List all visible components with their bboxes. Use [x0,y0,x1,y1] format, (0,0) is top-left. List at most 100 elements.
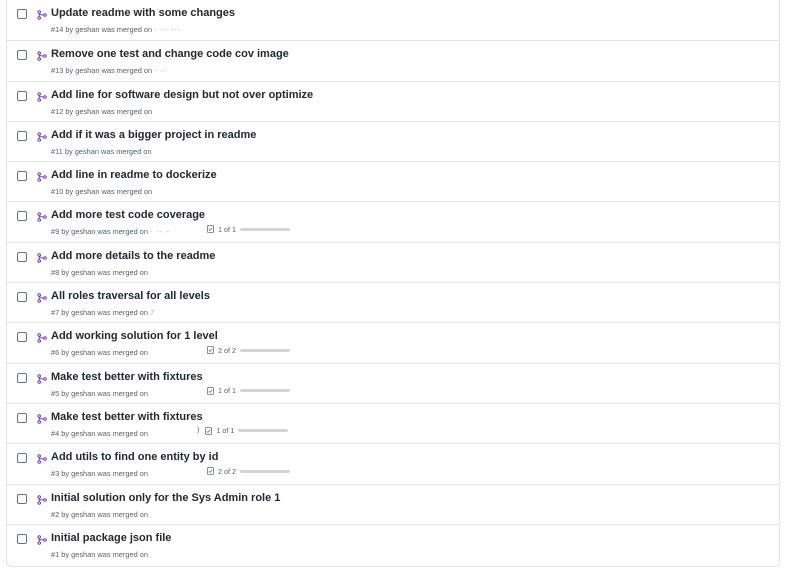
select-checkbox[interactable] [17,292,27,303]
pull-request-title-link[interactable]: Add line in readme to dockerize [51,169,217,181]
pull-request-row[interactable]: Add utils to find one entity by id #3 by … [7,443,779,483]
git-merge-icon [37,535,47,545]
select-checkbox[interactable] [17,90,27,101]
pull-request-row[interactable]: Make test better with fixtures #5 by gesh… [7,362,779,403]
pull-request-title-link[interactable]: All roles traversal for all levels [51,290,210,302]
pull-request-row[interactable]: Add line for software design but not ove… [7,80,779,121]
checklist-icon [207,467,214,476]
pull-request-title-link[interactable]: Update readme with some changes [51,7,235,19]
git-merge-icon [37,51,47,62]
checklist-icon [205,427,213,435]
pull-request-row[interactable]: Add more details to the readme #8 by gesh… [7,241,779,282]
checklist-icon [207,346,214,355]
pull-request-meta: #1 by geshan was merged on [51,550,148,559]
select-checkbox[interactable] [17,372,27,383]
pull-request-title-link[interactable]: Make test better with fixtures [51,411,203,423]
checklist-icon [207,386,214,395]
pull-request-meta: #13 by geshan was merged on - -- [51,66,168,75]
task-progress: 2 of 2 [207,345,290,355]
git-merge-icon [37,10,47,20]
pull-request-title-link[interactable]: Remove one test and change code cov imag… [51,48,289,60]
merged-info-text: #11 by geshan was merged on [51,146,152,156]
pull-request-title-link[interactable]: Add utils to find one entity by id [51,451,218,463]
bracket-mark: ) [197,427,200,435]
task-progress-bar [239,348,290,352]
select-checkbox[interactable] [17,493,27,504]
task-progress-bar [239,389,290,393]
task-count: 1 of 1 [218,224,236,234]
redacted-date: - -- [154,66,168,76]
merged-info-text: #10 by geshan was merged on [51,187,153,197]
merged-info-text: #9 by geshan was merged on [51,227,148,237]
pull-request-title-link[interactable]: Add if it was a bigger project in readme [51,129,256,141]
pull-request-list: Update readme with some changes #14 by ge… [6,0,780,567]
git-merge-icon [37,494,47,505]
task-progress: 1 of 1 [207,224,290,234]
task-progress: ) 1 of 1 [197,426,289,436]
task-progress: 2 of 2 [207,466,290,476]
pull-request-row[interactable]: Initial solution only for the Sys Admin … [7,483,779,524]
pull-request-row[interactable]: Add more test code coverage #9 by geshan … [7,201,779,241]
pull-request-title-link[interactable]: Add more details to the readme [51,250,215,262]
pull-request-meta: #11 by geshan was merged on [51,147,152,156]
pull-request-meta: #10 by geshan was merged on [51,187,152,196]
merged-info-text: #12 by geshan was merged on [51,106,153,116]
pull-request-meta: #3 by geshan was merged on [51,469,148,478]
merged-info-text: #4 by geshan was merged on [51,428,148,438]
checklist-icon [207,225,214,234]
pull-request-row[interactable]: Initial package json file #1 by geshan wa… [7,523,779,564]
merged-info-text: #13 by geshan was merged on [51,66,153,76]
merged-info-text: #14 by geshan was merged on [51,25,153,34]
git-merge-icon [37,373,47,384]
task-progress-bar [239,227,290,231]
pull-request-title-link[interactable]: Initial solution only for the Sys Admin … [51,492,280,504]
git-merge-icon [37,212,47,223]
task-progress-bar [238,429,289,433]
task-progress-bar [239,469,290,473]
select-checkbox[interactable] [17,9,27,19]
pull-request-row[interactable]: Add line in readme to dockerize #10 by ge… [7,161,779,201]
git-merge-icon [37,454,47,465]
pull-request-meta: #7 by geshan was merged on 7 [51,308,155,317]
merged-info-text: #2 by geshan was merged on [51,509,148,519]
pull-request-title-link[interactable]: Add more test code coverage [51,209,205,221]
git-merge-icon [37,252,47,263]
merged-info-text: #8 by geshan was merged on [51,267,148,277]
pull-request-meta: #12 by geshan was merged on [51,107,152,116]
pull-request-meta: #5 by geshan was merged on [51,389,148,398]
task-count: 2 of 2 [218,345,236,355]
merged-info-text: #5 by geshan was merged on [51,388,148,398]
pull-request-row[interactable]: Add if it was a bigger project in readme… [7,120,779,161]
pull-request-meta: #14 by geshan was merged on - -- --- [51,25,181,34]
pull-request-meta: #4 by geshan was merged on [51,429,148,438]
redacted-date: - -- --- [154,25,182,34]
select-checkbox[interactable] [17,50,27,61]
select-checkbox[interactable] [17,171,27,182]
select-checkbox[interactable] [17,251,27,262]
task-count: 1 of 1 [216,426,235,436]
git-merge-icon [37,172,47,182]
task-count: 1 of 1 [218,386,236,396]
pull-request-title-link[interactable]: Add line for software design but not ove… [51,89,313,101]
select-checkbox[interactable] [17,412,27,423]
select-checkbox[interactable] [17,130,27,141]
select-checkbox[interactable] [17,211,27,222]
pull-request-meta: #2 by geshan was merged on [51,510,148,519]
pull-request-title-link[interactable]: Add working solution for 1 level [51,330,218,342]
pull-request-row[interactable]: Remove one test and change code cov imag… [7,40,779,80]
redacted-date: - -- - [150,227,170,237]
git-merge-icon [37,414,47,424]
select-checkbox[interactable] [17,533,27,544]
pull-request-title-link[interactable]: Make test better with fixtures [51,371,203,383]
select-checkbox[interactable] [17,332,27,343]
pull-request-title-link[interactable]: Initial package json file [51,532,171,544]
merged-info-text: #1 by geshan was merged on [51,549,148,559]
pull-request-row[interactable]: All roles traversal for all levels #7 by … [7,282,779,322]
git-merge-icon [37,333,47,344]
pull-request-row[interactable]: Update readme with some changes #14 by ge… [7,0,779,40]
select-checkbox[interactable] [17,453,27,464]
pull-request-row[interactable]: Make test better with fixtures #4 by gesh… [7,402,779,443]
pull-request-row[interactable]: Add working solution for 1 level #6 by ge… [7,322,779,362]
task-count: 2 of 2 [218,466,236,476]
merged-info-text: #3 by geshan was merged on [51,469,148,479]
